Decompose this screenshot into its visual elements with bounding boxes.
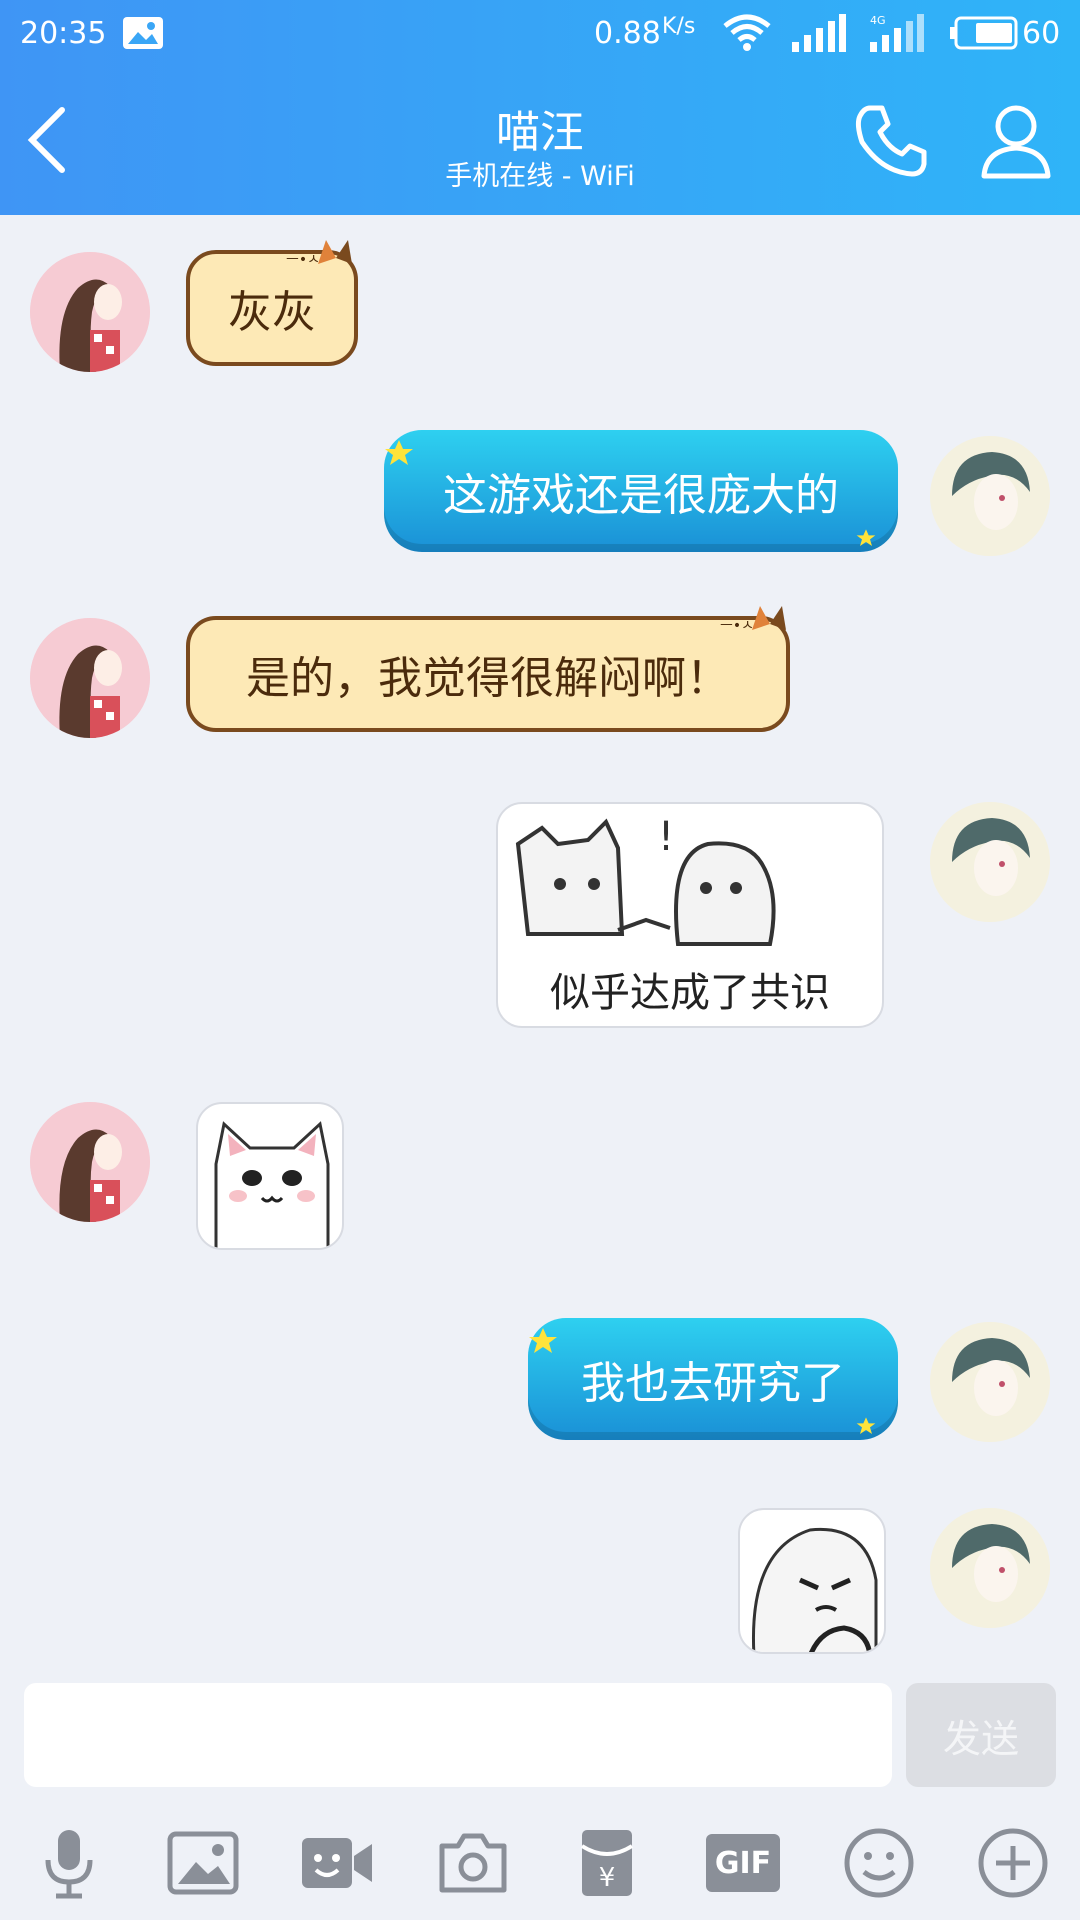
- svg-text:ㅡ•ㅅ: ㅡ•ㅅ: [720, 618, 754, 634]
- svg-text:ㅡ•ㅅ: ㅡ•ㅅ: [286, 252, 320, 268]
- boy-avatar-illustration: [930, 1322, 1050, 1442]
- my-avatar[interactable]: [930, 1508, 1050, 1628]
- contact-avatar[interactable]: [30, 618, 150, 738]
- star-icon: [529, 1328, 557, 1353]
- message-text: 是的，我觉得很解闷啊！: [246, 653, 730, 704]
- boy-avatar-illustration: [930, 1508, 1050, 1628]
- signal-4g-icon: 4G: [870, 14, 924, 52]
- status-bar: 20:35 0.88 K/s 4G 60: [0, 0, 1080, 72]
- message-bubble-outgoing[interactable]: 这游戏还是很庞大的: [384, 430, 898, 552]
- white-cat-sticker-image: [214, 1121, 330, 1248]
- battery-icon: [950, 16, 1018, 50]
- girl-avatar-illustration: [30, 1102, 150, 1222]
- star-icon: [856, 1417, 876, 1434]
- message-bubble-incoming[interactable]: 是的，我觉得很解闷啊！: [186, 616, 790, 732]
- sticker-caption: 似乎达成了共识: [550, 970, 830, 1016]
- gif-icon[interactable]: GIF: [706, 1834, 780, 1892]
- grumpy-sticker-image: [751, 1527, 878, 1652]
- network-speed: 0.88: [594, 16, 661, 51]
- header: 20:35 0.88 K/s 4G 60 喵汪 手机在线 - WiFi: [0, 0, 1080, 215]
- girl-avatar-illustration: [30, 252, 150, 372]
- message-text: 灰灰: [228, 287, 316, 338]
- girl-avatar-illustration: [30, 618, 150, 738]
- network-speed-unit: K/s: [662, 14, 696, 39]
- svg-text:¥: ¥: [599, 1863, 616, 1893]
- profile-icon[interactable]: [978, 100, 1054, 180]
- message-bubble-outgoing[interactable]: 我也去研究了: [528, 1318, 898, 1440]
- sticker-message[interactable]: ! 似乎达成了共识: [496, 802, 884, 1028]
- sticker-message[interactable]: [738, 1508, 886, 1654]
- star-icon: [385, 440, 413, 465]
- video-icon[interactable]: [300, 1826, 374, 1900]
- sticker-message[interactable]: [196, 1102, 344, 1250]
- microphone-icon[interactable]: [32, 1826, 106, 1900]
- plus-icon[interactable]: [976, 1826, 1050, 1900]
- cat-ears-icon: ㅡ•ㅅ: [286, 240, 352, 268]
- red-packet-icon[interactable]: ¥: [570, 1826, 644, 1900]
- my-avatar[interactable]: [930, 436, 1050, 556]
- cat-ears-icon: ㅡ•ㅅ: [720, 606, 786, 634]
- message-input[interactable]: [24, 1683, 892, 1787]
- my-avatar[interactable]: [930, 802, 1050, 922]
- emoji-icon[interactable]: [842, 1826, 916, 1900]
- signal-icon: [792, 14, 846, 52]
- camera-icon[interactable]: [436, 1826, 510, 1900]
- image-icon[interactable]: [166, 1826, 240, 1900]
- contact-avatar[interactable]: [30, 252, 150, 372]
- boy-avatar-illustration: [930, 802, 1050, 922]
- phone-icon[interactable]: [852, 100, 932, 180]
- battery-level: 60: [1022, 16, 1061, 51]
- star-icon: [856, 529, 876, 546]
- message-text: 我也去研究了: [581, 1358, 845, 1409]
- contact-avatar[interactable]: [30, 1102, 150, 1222]
- boy-avatar-illustration: [930, 436, 1050, 556]
- wifi-icon: [723, 14, 771, 51]
- my-avatar[interactable]: [930, 1322, 1050, 1442]
- chat-screen: 20:35 0.88 K/s 4G 60 喵汪 手机在线 - WiFi 灰灰 ㅡ…: [0, 0, 1080, 1920]
- image-notification-icon: [123, 17, 163, 49]
- svg-text:!: !: [658, 814, 674, 860]
- message-text: 这游戏还是很庞大的: [443, 470, 839, 521]
- send-button[interactable]: 发送: [906, 1683, 1056, 1787]
- status-time: 20:35: [20, 16, 107, 51]
- svg-text:4G: 4G: [870, 14, 886, 27]
